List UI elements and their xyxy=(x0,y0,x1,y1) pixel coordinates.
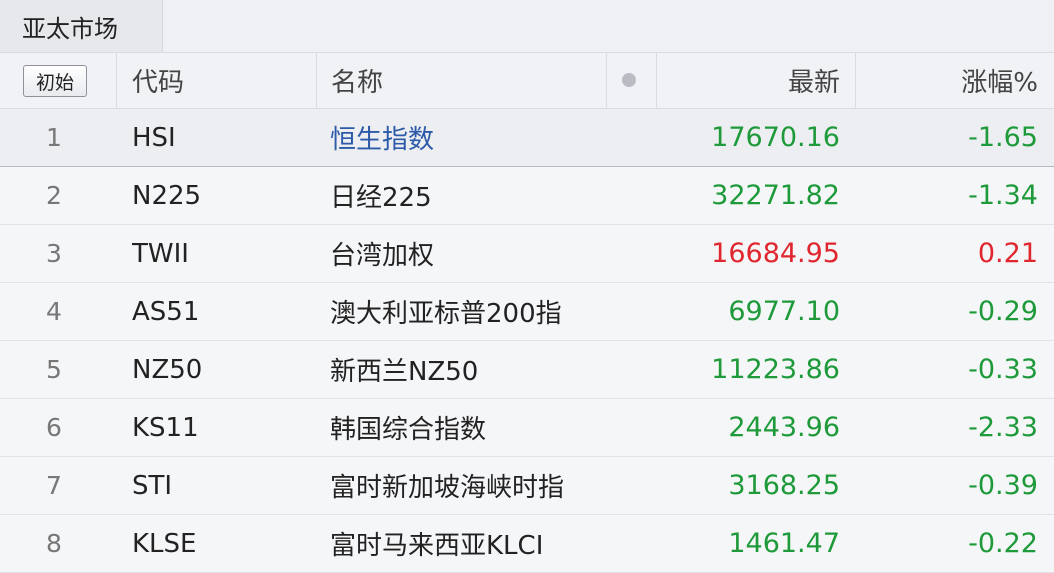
row-index: 4 xyxy=(46,297,62,326)
table-row[interactable]: 1 HSI 恒生指数 17670.16 -1.65 xyxy=(0,109,1054,167)
row-code: AS51 xyxy=(132,296,200,327)
row-name: 日经225 xyxy=(330,183,432,213)
row-code: STI xyxy=(132,470,173,501)
column-header-name[interactable]: 名称 xyxy=(331,53,591,108)
column-divider[interactable] xyxy=(606,53,607,108)
row-code: HSI xyxy=(132,122,176,153)
table-row[interactable]: 5 NZ50 新西兰NZ50 11223.86 -0.33 xyxy=(0,341,1054,399)
row-change-pct: -0.33 xyxy=(968,354,1038,385)
column-divider[interactable] xyxy=(316,53,317,108)
row-index: 2 xyxy=(46,181,62,210)
row-index: 1 xyxy=(46,123,62,152)
column-divider[interactable] xyxy=(116,53,117,108)
quote-table-body: 1 HSI 恒生指数 17670.16 -1.65 2 N225 日经225 32271.82 -… xyxy=(0,109,1054,573)
reset-order-button[interactable]: 初始 xyxy=(23,65,87,97)
tab-bar: 亚太市场 xyxy=(0,0,1054,52)
row-change-pct: -1.34 xyxy=(968,180,1038,211)
row-code: KS11 xyxy=(132,412,199,443)
row-code: NZ50 xyxy=(132,354,203,385)
row-code: KLSE xyxy=(132,528,197,559)
row-name: 恒生指数 xyxy=(330,125,435,155)
row-last-price: 6977.10 xyxy=(728,296,840,327)
table-row[interactable]: 3 TWII 台湾加权 16684.95 0.21 xyxy=(0,225,1054,283)
dot-icon[interactable] xyxy=(622,73,636,87)
row-index: 7 xyxy=(46,471,62,500)
row-change-pct: -1.65 xyxy=(968,122,1038,153)
table-row[interactable]: 2 N225 日经225 32271.82 -1.34 xyxy=(0,167,1054,225)
column-header-last[interactable]: 最新 xyxy=(660,53,840,108)
row-change-pct: -0.39 xyxy=(968,470,1038,501)
table-row[interactable]: 6 KS11 韩国综合指数 2443.96 -2.33 xyxy=(0,399,1054,457)
row-change-pct: -2.33 xyxy=(968,412,1038,443)
table-header: 初始 代码 名称 最新 涨幅% xyxy=(0,52,1054,109)
row-change-pct: -0.22 xyxy=(968,528,1038,559)
row-change-pct: -0.29 xyxy=(968,296,1038,327)
row-code: TWII xyxy=(132,238,189,269)
row-last-price: 3168.25 xyxy=(728,470,840,501)
row-last-price: 1461.47 xyxy=(728,528,840,559)
row-name: 台湾加权 xyxy=(330,241,435,271)
row-name: 澳大利亚标普200指 xyxy=(330,299,562,329)
table-row[interactable]: 4 AS51 澳大利亚标普200指 6977.10 -0.29 xyxy=(0,283,1054,341)
row-index: 8 xyxy=(46,529,62,558)
row-last-price: 17670.16 xyxy=(711,122,840,153)
row-index: 3 xyxy=(46,239,62,268)
column-divider[interactable] xyxy=(855,53,856,108)
row-name: 富时新加坡海峡时指 xyxy=(330,473,565,503)
row-index: 6 xyxy=(46,413,62,442)
row-last-price: 2443.96 xyxy=(728,412,840,443)
tab-asia-pacific-market[interactable]: 亚太市场 xyxy=(0,0,163,52)
row-name: 韩国综合指数 xyxy=(330,415,487,445)
row-name: 富时马来西亚KLCI xyxy=(330,531,544,561)
column-divider[interactable] xyxy=(656,53,657,108)
row-change-pct: 0.21 xyxy=(977,238,1038,269)
row-last-price: 32271.82 xyxy=(711,180,840,211)
market-window: 亚太市场 初始 代码 名称 最新 涨幅% 1 HSI 恒生指数 17670.16 -1.… xyxy=(0,0,1054,573)
row-index: 5 xyxy=(46,355,62,384)
row-name: 新西兰NZ50 xyxy=(330,357,479,387)
column-header-code[interactable]: 代码 xyxy=(132,53,302,108)
row-last-price: 16684.95 xyxy=(711,238,840,269)
column-header-change-pct[interactable]: 涨幅% xyxy=(860,53,1038,108)
table-row[interactable]: 8 KLSE 富时马来西亚KLCI 1461.47 -0.22 xyxy=(0,515,1054,573)
row-last-price: 11223.86 xyxy=(711,354,840,385)
table-row[interactable]: 7 STI 富时新加坡海峡时指 3168.25 -0.39 xyxy=(0,457,1054,515)
row-code: N225 xyxy=(132,180,202,211)
